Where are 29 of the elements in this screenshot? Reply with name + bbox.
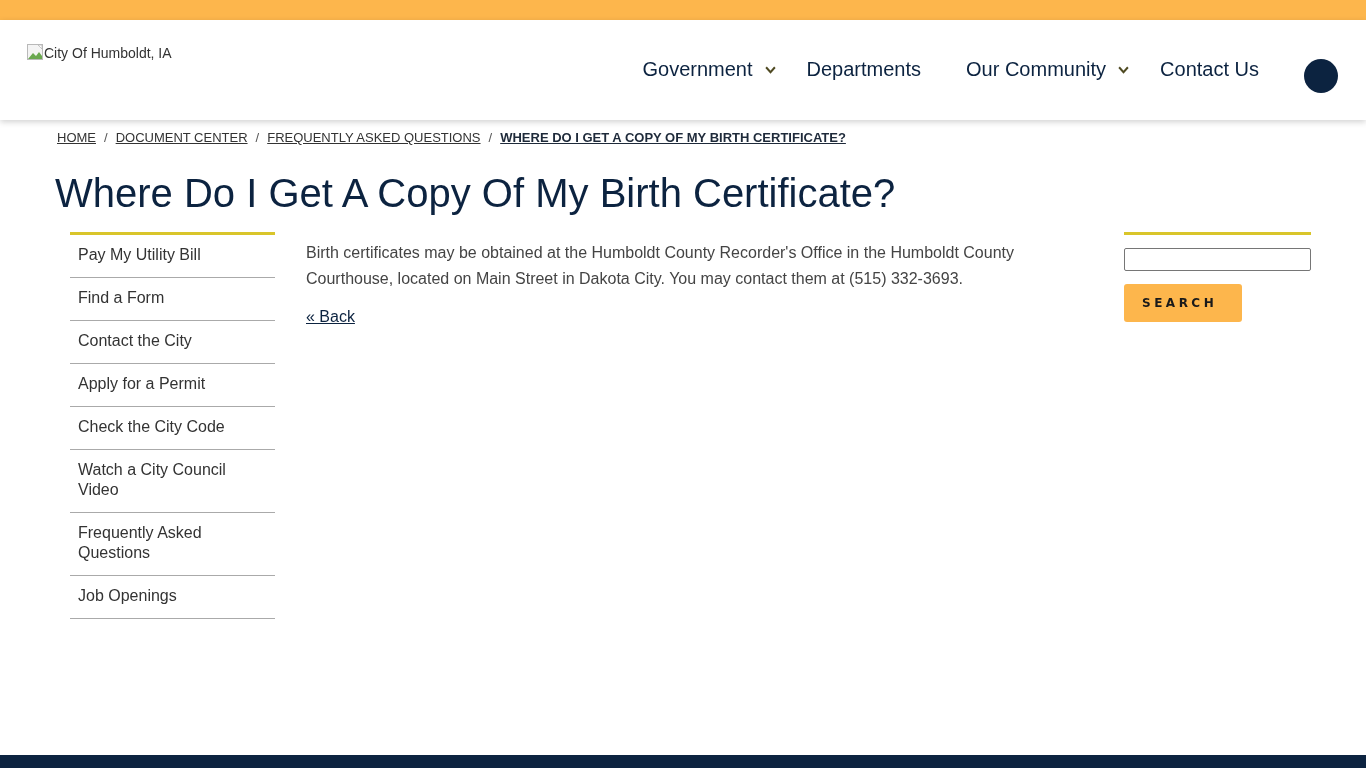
sidebar-link[interactable]: Apply for a Permit	[78, 374, 238, 394]
breadcrumb-separator: /	[104, 130, 108, 146]
breadcrumb-separator: /	[488, 130, 493, 146]
nav-link[interactable]: Our Community	[966, 57, 1107, 81]
sidebar-link[interactable]: Check the City Code	[78, 417, 238, 437]
sidebar-link[interactable]: Job Openings	[78, 586, 238, 606]
nav-link[interactable]: Contact Us	[1160, 57, 1259, 81]
sidebar-link[interactable]: Pay My Utility Bill	[78, 245, 238, 265]
chevron-down-icon[interactable]	[1118, 66, 1130, 74]
back-link[interactable]: « Back	[306, 308, 355, 325]
breadcrumb-separator: /	[255, 130, 260, 146]
nav-link[interactable]: Departments	[806, 57, 922, 81]
breadcrumb-link[interactable]: HOME	[57, 130, 96, 146]
site-logo-link[interactable]: City Of Humboldt, IA	[27, 44, 172, 61]
chevron-down-icon[interactable]	[764, 66, 776, 74]
page-title: Where Do I Get A Copy Of My Birth Certificate?	[55, 170, 897, 217]
sidebar-link[interactable]: Watch a City Council Video	[78, 460, 238, 500]
sidebar-link[interactable]: Contact the City	[78, 331, 238, 351]
breadcrumb-link[interactable]: FREQUENTLY ASKED QUESTIONS	[267, 130, 481, 146]
sidebar-link[interactable]: Find a Form	[78, 288, 238, 308]
nav-link[interactable]: Government	[642, 57, 753, 81]
breadcrumb-link[interactable]: WHERE DO I GET A COPY OF MY BIRTH CERTIFICATE?	[500, 130, 846, 146]
breadcrumb-link[interactable]: DOCUMENT CENTER	[115, 130, 248, 146]
answer-paragraph: Birth certificates may be obtained at the Humboldt County Recorder's Office in the Humboldt County Courthouse, located on Main Street in Dakota City. You may contact them at (515) 332-3693.	[306, 243, 1015, 289]
search-field[interactable]	[1124, 248, 1311, 271]
broken-image-icon	[27, 44, 43, 60]
sidebar-link[interactable]: Frequently Asked Questions	[78, 523, 238, 563]
search-button[interactable]: SEARCH	[1124, 284, 1242, 322]
round-button[interactable]	[1304, 59, 1338, 93]
